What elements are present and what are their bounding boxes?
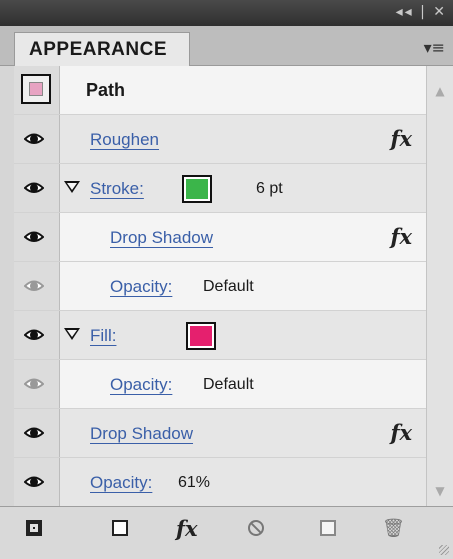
panel-tab-row: APPEARANCE ▾≡	[0, 26, 453, 66]
disclosure-triangle-icon[interactable]	[64, 181, 80, 193]
eye-column	[14, 409, 60, 457]
path-title: Path	[86, 80, 126, 100]
opacity-value: 61%	[178, 474, 211, 491]
eye-column	[14, 458, 60, 506]
delete-item-icon[interactable]: 🗑	[382, 518, 405, 539]
opacity-value: Default	[203, 376, 254, 393]
appearance-list: Path Roughen fx Stroke: 6 pt Drop Shadow…	[14, 66, 426, 506]
resize-grip-icon[interactable]	[439, 545, 449, 555]
stroke-color-swatch[interactable]	[182, 175, 212, 203]
scroll-up-icon[interactable]: ▲	[432, 84, 448, 98]
visibility-eye-icon[interactable]	[24, 375, 44, 392]
stroke-link[interactable]: Stroke:	[90, 179, 144, 199]
add-new-effect-button[interactable]: fx	[176, 516, 198, 541]
fill-row[interactable]: Fill:	[14, 311, 426, 360]
opacity-link[interactable]: Opacity:	[110, 375, 172, 395]
panel-menu-icon[interactable]: ▾≡	[424, 38, 445, 57]
drop-shadow-effect-link[interactable]: Drop Shadow	[110, 228, 213, 248]
list-item[interactable]: Drop Shadow fx	[14, 409, 426, 458]
list-item[interactable]: Opacity: Default	[14, 262, 426, 311]
fill-link[interactable]: Fill:	[90, 326, 116, 346]
add-new-fill-icon[interactable]	[112, 520, 128, 536]
stroke-weight-value[interactable]: 6 pt	[256, 180, 283, 198]
opacity-link[interactable]: Opacity:	[90, 473, 152, 493]
tab-appearance[interactable]: APPEARANCE	[14, 32, 190, 66]
panel-titlebar: ◂◂ | ✕	[0, 0, 453, 26]
scroll-down-icon[interactable]: ▼	[432, 484, 448, 498]
list-item[interactable]: Roughen fx	[14, 115, 426, 164]
eye-column	[14, 360, 60, 408]
eye-column	[14, 115, 60, 163]
disclosure-triangle-icon[interactable]	[64, 328, 80, 340]
fx-icon: fx	[390, 126, 412, 151]
visibility-eye-icon[interactable]	[24, 277, 44, 294]
list-item[interactable]: Drop Shadow fx	[14, 213, 426, 262]
eye-column	[14, 262, 60, 310]
visibility-eye-icon[interactable]	[24, 473, 44, 490]
list-item[interactable]: Opacity: Default	[14, 360, 426, 409]
opacity-value: Default	[203, 278, 254, 295]
visibility-eye-icon[interactable]	[24, 130, 44, 147]
roughen-effect-link[interactable]: Roughen	[90, 130, 159, 150]
fx-icon: fx	[390, 224, 412, 249]
eye-column	[14, 164, 60, 212]
eye-column	[14, 66, 60, 114]
add-new-stroke-icon[interactable]	[26, 520, 42, 536]
clear-appearance-icon[interactable]	[248, 520, 264, 536]
appearance-panel: ◂◂ | ✕ APPEARANCE ▾≡ Path Roughen fx Str…	[0, 0, 453, 559]
visibility-eye-icon[interactable]	[24, 228, 44, 245]
visibility-eye-icon[interactable]	[24, 179, 44, 196]
panel-bottom-toolbar: fx 🗑	[0, 506, 453, 559]
fx-icon: fx	[390, 420, 412, 445]
fill-color-swatch[interactable]	[186, 322, 216, 350]
eye-column	[14, 213, 60, 261]
path-header-row[interactable]: Path	[14, 66, 426, 115]
path-thumbnail-icon	[21, 74, 51, 104]
visibility-eye-icon[interactable]	[24, 326, 44, 343]
eye-column	[14, 311, 60, 359]
opacity-link[interactable]: Opacity:	[110, 277, 172, 297]
stroke-row[interactable]: Stroke: 6 pt	[14, 164, 426, 213]
visibility-eye-icon[interactable]	[24, 424, 44, 441]
list-item[interactable]: Opacity: 61%	[14, 458, 426, 506]
vertical-scrollbar[interactable]: ▲ ▼	[426, 66, 453, 506]
panel-window-controls[interactable]: ◂◂ | ✕	[396, 4, 447, 20]
drop-shadow-effect-link[interactable]: Drop Shadow	[90, 424, 193, 444]
duplicate-item-icon[interactable]	[320, 520, 336, 536]
